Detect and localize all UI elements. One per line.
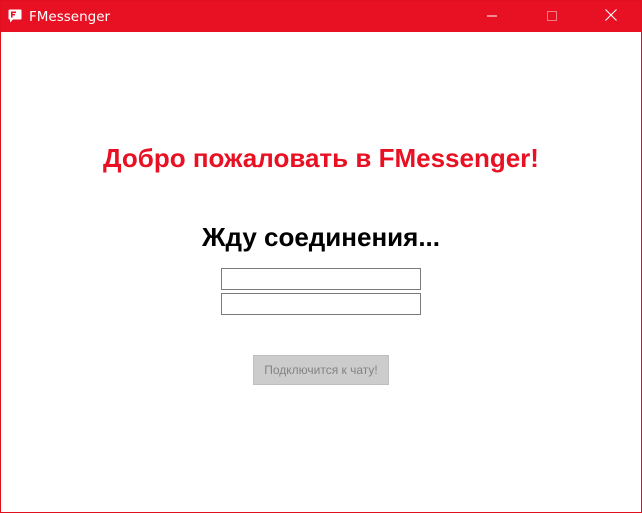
welcome-heading: Добро пожаловать в FMessenger! [103,143,539,173]
window-title: FMessenger [29,9,111,25]
fmessenger-app-icon [8,9,22,23]
app-window: FMessenger Добро пожаловать в FMessenger… [0,0,642,513]
text-field-1[interactable] [221,268,421,290]
title-bar[interactable]: FMessenger [1,1,641,32]
connect-to-chat-button[interactable]: Подключится к чату! [253,355,389,385]
close-button[interactable] [588,1,634,32]
close-icon [605,8,617,26]
text-field-2[interactable] [221,293,421,315]
minimize-button[interactable] [469,1,515,32]
main-content: Добро пожаловать в FMessenger! Жду соеди… [1,32,641,512]
connection-status-heading: Жду соединения... [202,222,440,252]
minimize-icon [487,8,497,26]
maximize-icon [547,8,557,26]
maximize-button[interactable] [529,1,575,32]
